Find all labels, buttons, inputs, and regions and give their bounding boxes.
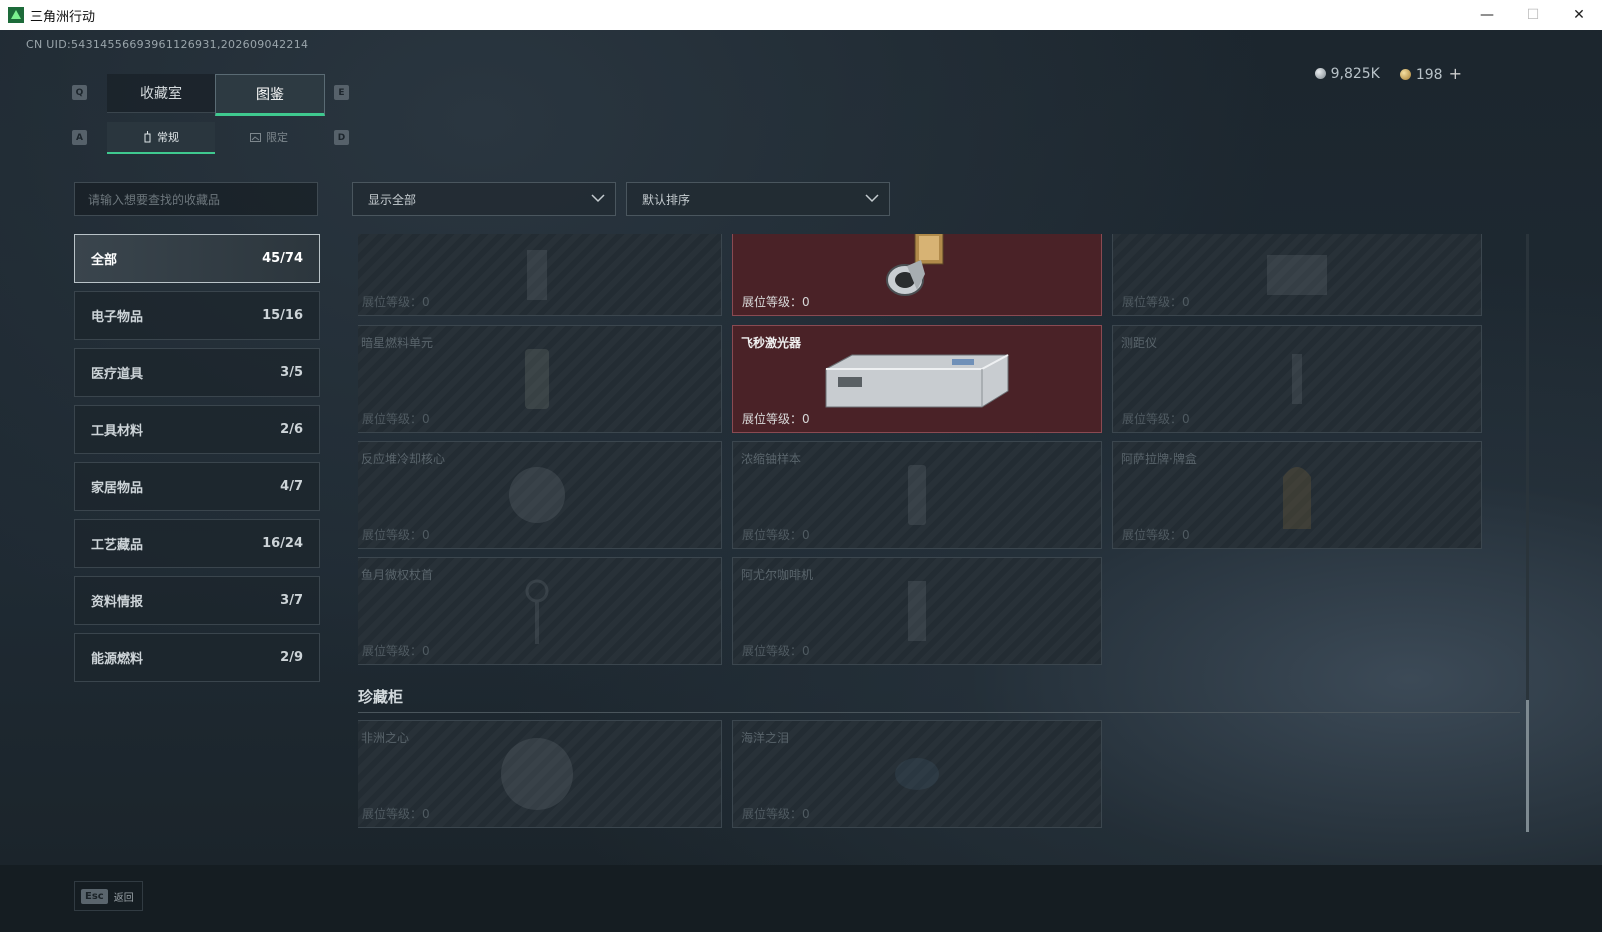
item-card-owned[interactable]: 飞秒激光器 展位等级：0	[732, 325, 1102, 433]
scrollbar-thumb[interactable]	[1526, 700, 1529, 832]
item-card[interactable]: 展位等级：0	[1112, 234, 1482, 316]
category-list: 全部 45/74 电子物品 15/16 医疗道具 3/5 工具材料 2/6 家居物品 4/…	[74, 234, 320, 690]
laser-device-icon	[825, 354, 1009, 408]
window-controls: — ☐ ✕	[1464, 0, 1602, 30]
silver-currency: 9,825K	[1314, 66, 1380, 82]
silver-coin-icon	[1314, 67, 1326, 79]
minimize-button[interactable]: —	[1464, 0, 1510, 30]
item-silhouette-icon	[1267, 254, 1327, 295]
camera-lens-icon	[886, 234, 944, 296]
item-card[interactable]: 海洋之泪 展位等级：0	[732, 720, 1102, 828]
app-logo-icon	[8, 7, 24, 23]
maximize-button[interactable]: ☐	[1510, 0, 1556, 30]
subtab-limited[interactable]: 限定	[215, 122, 323, 152]
category-electronics[interactable]: 电子物品 15/16	[74, 291, 320, 340]
category-all[interactable]: 全部 45/74	[74, 234, 320, 283]
key-hint-d: D	[334, 130, 349, 145]
item-card[interactable]: 阿萨拉牌·牌盒 展位等级：0	[1112, 441, 1482, 549]
key-hint-e: E	[334, 85, 349, 100]
scepter-icon	[525, 579, 549, 644]
sort-dropdown[interactable]: 默认排序	[626, 182, 890, 216]
diamond-heart-icon	[501, 738, 573, 810]
key-hint-a: A	[72, 130, 87, 145]
item-card[interactable]: 暗星燃料单元 展位等级：0	[358, 325, 722, 433]
key-hint-q: Q	[72, 85, 87, 100]
scrollbar[interactable]	[1526, 234, 1529, 832]
main-tabs: 收藏室 图鉴	[107, 74, 325, 116]
limited-item-icon	[250, 132, 261, 142]
reactor-core-icon	[509, 467, 565, 523]
category-energy[interactable]: 能源燃料 2/9	[74, 633, 320, 682]
back-button[interactable]: Esc 返回	[74, 881, 143, 911]
player-uid: CN UID:54314556693961126931,202609042214	[26, 38, 309, 51]
category-intel[interactable]: 资料情报 3/7	[74, 576, 320, 625]
ocean-tear-icon	[895, 758, 939, 790]
sub-tabs: 常规 限定	[107, 122, 323, 154]
esc-key-hint: Esc	[81, 888, 108, 904]
section-title-treasure-cabinet: 珍藏柜	[358, 688, 404, 706]
item-card[interactable]: 展位等级：0	[358, 234, 722, 316]
item-card[interactable]: 阿尤尔咖啡机 展位等级：0	[732, 557, 1102, 665]
subtab-regular[interactable]: 常规	[107, 122, 215, 154]
tab-collection-room[interactable]: 收藏室	[107, 74, 215, 113]
category-household[interactable]: 家居物品 4/7	[74, 462, 320, 511]
gold-currency: 198 +	[1399, 64, 1462, 83]
item-card[interactable]: 测距仪 展位等级：0	[1112, 325, 1482, 433]
regular-item-icon	[144, 131, 151, 143]
item-card[interactable]: 非洲之心 展位等级：0	[358, 720, 722, 828]
close-button[interactable]: ✕	[1556, 0, 1602, 30]
item-card[interactable]: 浓缩铀样本 展位等级：0	[732, 441, 1102, 549]
search-input[interactable]: 请输入想要查找的收藏品	[74, 182, 318, 216]
category-medical[interactable]: 医疗道具 3/5	[74, 348, 320, 397]
game-screen: CN UID:54314556693961126931,202609042214…	[0, 30, 1602, 932]
currency-bar: 9,825K 198 +	[1314, 64, 1462, 83]
uranium-sample-icon	[908, 465, 926, 525]
add-currency-button[interactable]: +	[1449, 64, 1462, 83]
card-box-icon	[1283, 467, 1311, 529]
section-divider	[358, 712, 1520, 713]
tab-catalog[interactable]: 图鉴	[215, 74, 325, 116]
window-titlebar: 三角洲行动 — ☐ ✕	[0, 0, 1602, 30]
fuel-cell-icon	[525, 349, 549, 409]
item-card[interactable]: 反应堆冷却核心 展位等级：0	[358, 441, 722, 549]
treasure-grid: 非洲之心 展位等级：0 海洋之泪 展位等级：0	[358, 720, 1518, 830]
chevron-down-icon	[865, 194, 879, 203]
coffee-machine-icon	[908, 581, 926, 641]
item-card[interactable]: 鱼月微权杖首 展位等级：0	[358, 557, 722, 665]
window-title: 三角洲行动	[30, 9, 96, 25]
chevron-down-icon	[591, 194, 605, 203]
back-label: 返回	[113, 892, 134, 904]
item-card-owned[interactable]: 展位等级：0	[732, 234, 1102, 316]
item-silhouette-icon	[527, 249, 547, 300]
bottom-bar: Esc 返回	[0, 865, 1602, 932]
rangefinder-icon	[1292, 354, 1302, 404]
filter-dropdown[interactable]: 显示全部	[352, 182, 616, 216]
gold-coin-icon	[1399, 69, 1411, 80]
category-crafts[interactable]: 工艺藏品 16/24	[74, 519, 320, 568]
category-tools[interactable]: 工具材料 2/6	[74, 405, 320, 454]
